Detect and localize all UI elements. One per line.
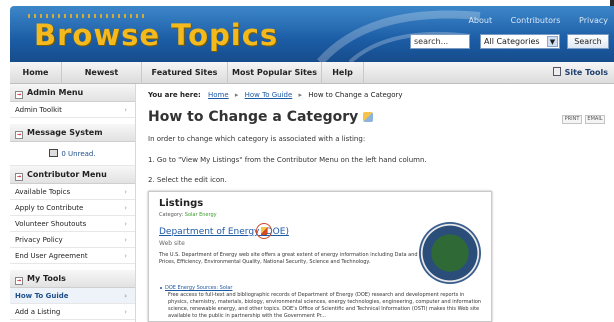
sidebar-item-volunteer-shoutouts[interactable]: Volunteer Shoutouts › bbox=[10, 216, 135, 232]
email-button[interactable]: EMAIL bbox=[585, 115, 605, 124]
step-2-text: 2. Select the edit icon. bbox=[148, 176, 227, 184]
chevron-right-icon: › bbox=[124, 106, 127, 114]
sidebar-item-label: Available Topics bbox=[15, 188, 71, 196]
edit-icon bbox=[261, 227, 267, 235]
breadcrumb-current: How to Change a Category bbox=[308, 91, 403, 99]
message-system-label: Message System bbox=[27, 128, 103, 137]
chevron-right-icon: › bbox=[124, 252, 127, 260]
sidebar-item-label: Volunteer Shoutouts bbox=[15, 220, 87, 228]
chevron-down-icon[interactable]: ▼ bbox=[547, 36, 558, 47]
breadcrumb-label: You are here: bbox=[148, 91, 201, 99]
contributor-menu-label: Contributor Menu bbox=[27, 170, 107, 179]
listing-category: Category: Solar Energy bbox=[159, 212, 217, 218]
chevron-right-icon: › bbox=[124, 292, 127, 300]
listings-heading: Listings bbox=[159, 198, 204, 209]
nav-featured-sites[interactable]: Featured Sites bbox=[142, 62, 228, 84]
sidebar-item-end-user-agreement[interactable]: End User Agreement › bbox=[10, 248, 135, 264]
message-system-header[interactable]: → Message System bbox=[10, 124, 135, 142]
unread-count: 0 Unread. bbox=[61, 150, 96, 158]
sidebar-item-available-topics[interactable]: Available Topics › bbox=[10, 184, 135, 200]
site-tools-link[interactable]: Site Tools bbox=[552, 62, 608, 84]
listing-type: Web site bbox=[159, 240, 185, 247]
site-logo[interactable]: Browse Topics bbox=[34, 18, 278, 52]
sidebar-item-label: End User Agreement bbox=[15, 252, 88, 260]
top-links: About Contributors Privacy bbox=[452, 16, 608, 25]
sidebar-item-label: Admin Toolkit bbox=[15, 106, 62, 114]
toggle-icon: → bbox=[15, 131, 23, 139]
nav-help[interactable]: Help bbox=[322, 62, 364, 84]
site-tools-label: Site Tools bbox=[564, 68, 608, 77]
chevron-right-icon: › bbox=[124, 236, 127, 244]
privacy-link[interactable]: Privacy bbox=[579, 16, 608, 25]
toggle-icon: → bbox=[15, 277, 23, 285]
toggle-icon: → bbox=[15, 91, 23, 99]
nav-newest-additions[interactable]: Newest Additions bbox=[62, 62, 142, 99]
search-input[interactable]: search... bbox=[410, 34, 470, 49]
breadcrumb-guide-link[interactable]: How To Guide bbox=[245, 91, 293, 99]
sidebar-item-apply-to-contribute[interactable]: Apply to Contribute › bbox=[10, 200, 135, 216]
sidebar: → Admin Menu Admin Toolkit › → Message Syst… bbox=[10, 84, 136, 322]
step-1-text: 1. Go to "View My Listings" from the Con… bbox=[148, 156, 427, 164]
main-nav: Home Newest Additions Featured Sites Mos… bbox=[10, 62, 614, 99]
toggle-icon: → bbox=[15, 173, 23, 181]
chevron-right-icon: › bbox=[124, 308, 127, 316]
sidebar-item-label: Add a Listing bbox=[15, 308, 61, 316]
chevron-right-icon: › bbox=[124, 220, 127, 228]
edit-icon-highlight[interactable] bbox=[256, 223, 272, 239]
print-button[interactable]: PRINT bbox=[562, 115, 582, 124]
listing-description: The U.S. Department of Energy web site o… bbox=[159, 252, 418, 265]
site-header: Browse Topics About Contributors Privacy… bbox=[10, 6, 614, 62]
unread-messages-link[interactable]: 0 Unread. bbox=[10, 142, 135, 166]
category-value: Solar Energy bbox=[184, 212, 217, 218]
admin-menu-header[interactable]: → Admin Menu bbox=[10, 84, 135, 102]
category-select-value: All Categories bbox=[484, 37, 540, 46]
doe-seal-image bbox=[419, 222, 481, 284]
sidebar-item-label: Privacy Policy bbox=[15, 236, 63, 244]
chevron-right-icon: › bbox=[124, 204, 127, 212]
sub-listing-description: Free access to full-text and bibliograph… bbox=[168, 292, 482, 319]
breadcrumb-separator-icon: ▸ bbox=[234, 91, 239, 99]
contributors-link[interactable]: Contributors bbox=[511, 16, 561, 25]
my-tools-label: My Tools bbox=[27, 274, 66, 283]
breadcrumb-home-link[interactable]: Home bbox=[208, 91, 229, 99]
nav-most-popular-sites[interactable]: Most Popular Sites bbox=[228, 62, 322, 84]
sidebar-item-privacy-policy[interactable]: Privacy Policy › bbox=[10, 232, 135, 248]
nav-home[interactable]: Home bbox=[10, 62, 62, 84]
category-select[interactable]: All Categories ▼ bbox=[480, 34, 560, 49]
sidebar-item-add-a-listing[interactable]: Add a Listing › bbox=[10, 304, 135, 320]
breadcrumb: You are here: Home ▸ How To Guide ▸ How … bbox=[148, 91, 403, 99]
edit-pencil-icon bbox=[363, 112, 374, 122]
intro-text: In order to change which category is ass… bbox=[148, 135, 366, 143]
listing-screenshot: Listings Category: Solar Energy Departme… bbox=[148, 191, 492, 322]
admin-menu-label: Admin Menu bbox=[27, 88, 84, 97]
sidebar-item-how-to-guide[interactable]: How To Guide › bbox=[10, 288, 135, 304]
sub-listing-link[interactable]: DOE Energy Sources: Solar bbox=[159, 285, 232, 291]
my-tools-header[interactable]: → My Tools bbox=[10, 270, 135, 288]
about-link[interactable]: About bbox=[468, 16, 492, 25]
search-button[interactable]: Search bbox=[567, 34, 609, 49]
category-label: Category: bbox=[159, 212, 184, 218]
sidebar-item-admin-toolkit[interactable]: Admin Toolkit › bbox=[10, 102, 135, 118]
sidebar-item-label: How To Guide bbox=[15, 292, 69, 300]
sidebar-item-label: Apply to Contribute bbox=[15, 204, 84, 212]
page-title-text: How to Change a Category bbox=[148, 109, 359, 125]
tools-icon bbox=[552, 67, 561, 76]
mail-icon bbox=[49, 149, 59, 157]
page-title: How to Change a Category bbox=[148, 109, 374, 125]
contributor-menu-header[interactable]: → Contributor Menu bbox=[10, 166, 135, 184]
chevron-right-icon: › bbox=[124, 188, 127, 196]
breadcrumb-separator-icon: ▸ bbox=[298, 91, 303, 99]
